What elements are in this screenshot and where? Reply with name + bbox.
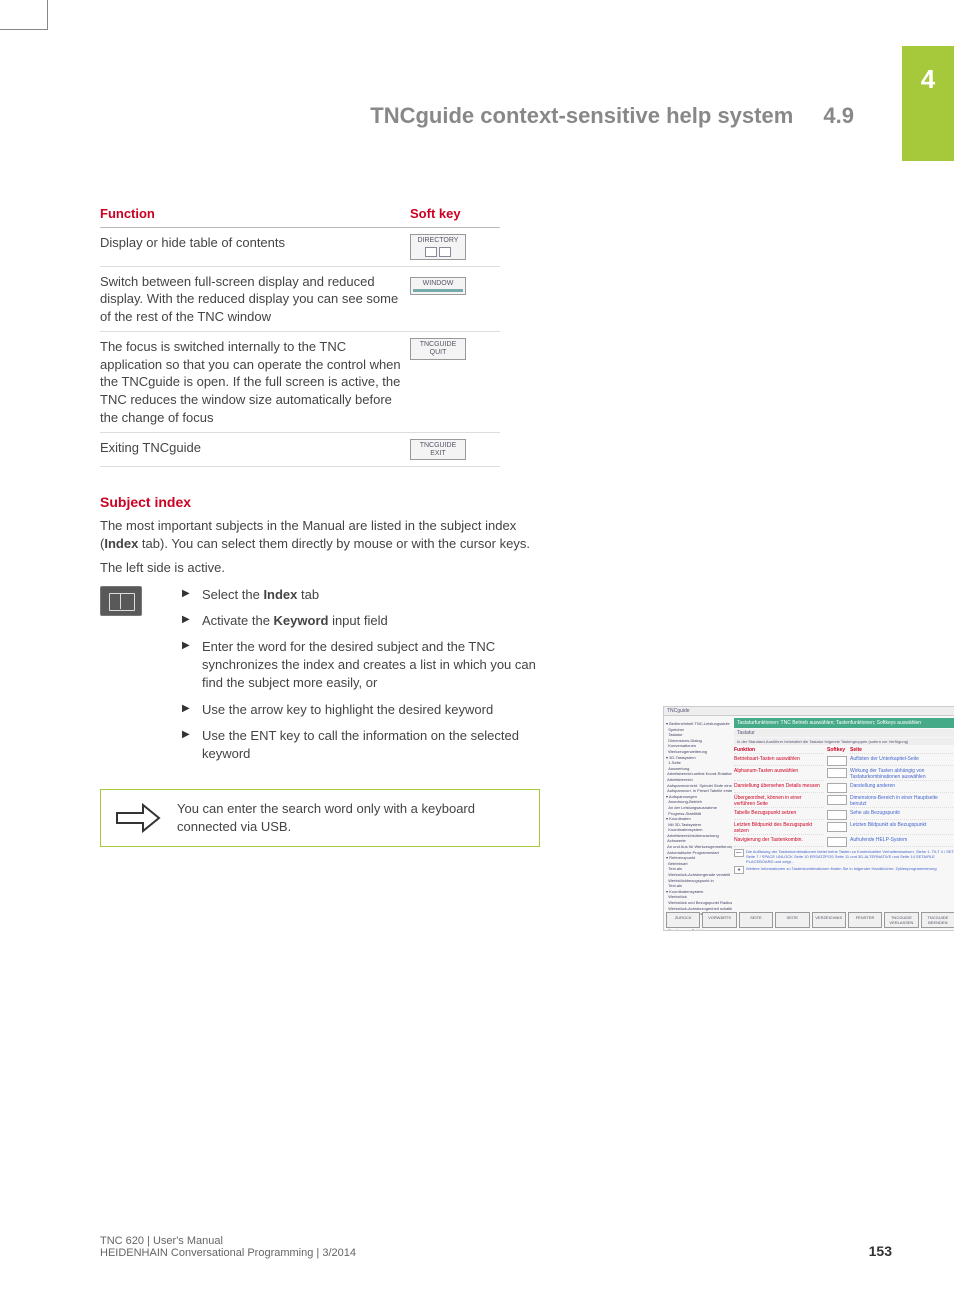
table-row: The focus is switched internally to the … (100, 332, 500, 433)
subject-index-section: Subject index The most important subject… (100, 493, 540, 847)
ss-softkey[interactable]: VERZEICHNIS (812, 912, 846, 928)
fn-cell: Exiting TNCguide (100, 433, 410, 467)
ss-softkey[interactable]: VORWÄRTS (702, 912, 736, 928)
fn-cell: Display or hide table of contents (100, 228, 410, 267)
table-row: Switch between full-screen display and r… (100, 266, 500, 332)
steps-list: Select the Index tab Activate the Keywor… (182, 586, 540, 772)
step-item: Use the ENT key to call the information … (182, 727, 540, 763)
subject-p1: The most important subjects in the Manua… (100, 517, 540, 553)
tncguide-screenshot: TNCguide ▾ Bedieneinheit TNC-Leistungsst… (663, 706, 954, 931)
note-box: You can enter the search word only with … (100, 789, 540, 847)
ss-softkey[interactable]: ZURÜCK (666, 912, 700, 928)
window-icon (413, 289, 463, 292)
header-title: TNCguide context-sensitive help system (370, 103, 793, 128)
ss-softkey[interactable]: SEITE (775, 912, 809, 928)
th-function: Function (100, 200, 410, 228)
page-header: TNCguide context-sensitive help system 4… (100, 103, 854, 129)
ss-tree: ▾ Bedieneinheit TNC-Leistungsstufe Speic… (666, 721, 732, 931)
footer-line2: HEIDENHAIN Conversational Programming | … (100, 1247, 356, 1259)
subject-heading: Subject index (100, 493, 540, 513)
page-number: 153 (869, 1243, 892, 1259)
fn-cell: Switch between full-screen display and r… (100, 266, 410, 332)
step-item: Activate the Keyword input field (182, 612, 540, 630)
table-row: Display or hide table of contents DIRECT… (100, 228, 500, 267)
step-item: Enter the word for the desired subject a… (182, 638, 540, 693)
ss-section-title: Tastatur (734, 729, 954, 737)
note-text: You can enter the search word only with … (177, 800, 527, 836)
function-table: Function Soft key Display or hide table … (100, 200, 500, 467)
ss-softkey[interactable]: TNCGUIDE VERLASSEN (884, 912, 918, 928)
step-item: Use the arrow key to highlight the desir… (182, 701, 540, 719)
table-row: Exiting TNCguide TNCGUIDE EXIT (100, 433, 500, 467)
ss-softkey-bar: ZURÜCK VORWÄRTS SEITE SEITE VERZEICHNIS … (666, 912, 954, 928)
ss-intro: In der Standard-Ausführer beinhaltet die… (734, 738, 954, 745)
fn-cell: The focus is switched internally to the … (100, 332, 410, 433)
ss-softkey[interactable]: FENSTER (848, 912, 882, 928)
directory-icon (413, 247, 463, 257)
chapter-tab: 4 (902, 46, 954, 161)
crop-mark (0, 0, 48, 30)
footer-line1: TNC 620 | User's Manual (100, 1235, 356, 1247)
th-softkey: Soft key (410, 200, 500, 228)
header-section: 4.9 (823, 103, 854, 128)
ss-titlebar: TNCguide (664, 707, 954, 716)
step-item: Select the Index tab (182, 586, 540, 604)
book-icon (100, 586, 142, 616)
ss-softkey[interactable]: SEITE (739, 912, 773, 928)
softkey-window[interactable]: WINDOW (410, 277, 466, 296)
softkey-tncguide-exit[interactable]: TNCGUIDE EXIT (410, 439, 466, 460)
arrow-right-icon (113, 801, 161, 835)
softkey-tncguide-quit[interactable]: TNCGUIDE QUIT (410, 338, 466, 359)
subject-p2: The left side is active. (100, 559, 540, 577)
ss-softkey[interactable]: TNCGUIDE BEENDEN (921, 912, 954, 928)
page-footer: TNC 620 | User's Manual HEIDENHAIN Conve… (100, 1235, 892, 1259)
ss-headerbar: Tastaturfunktionen: TNC Betrieb auswähle… (734, 718, 954, 728)
softkey-directory[interactable]: DIRECTORY (410, 234, 466, 260)
